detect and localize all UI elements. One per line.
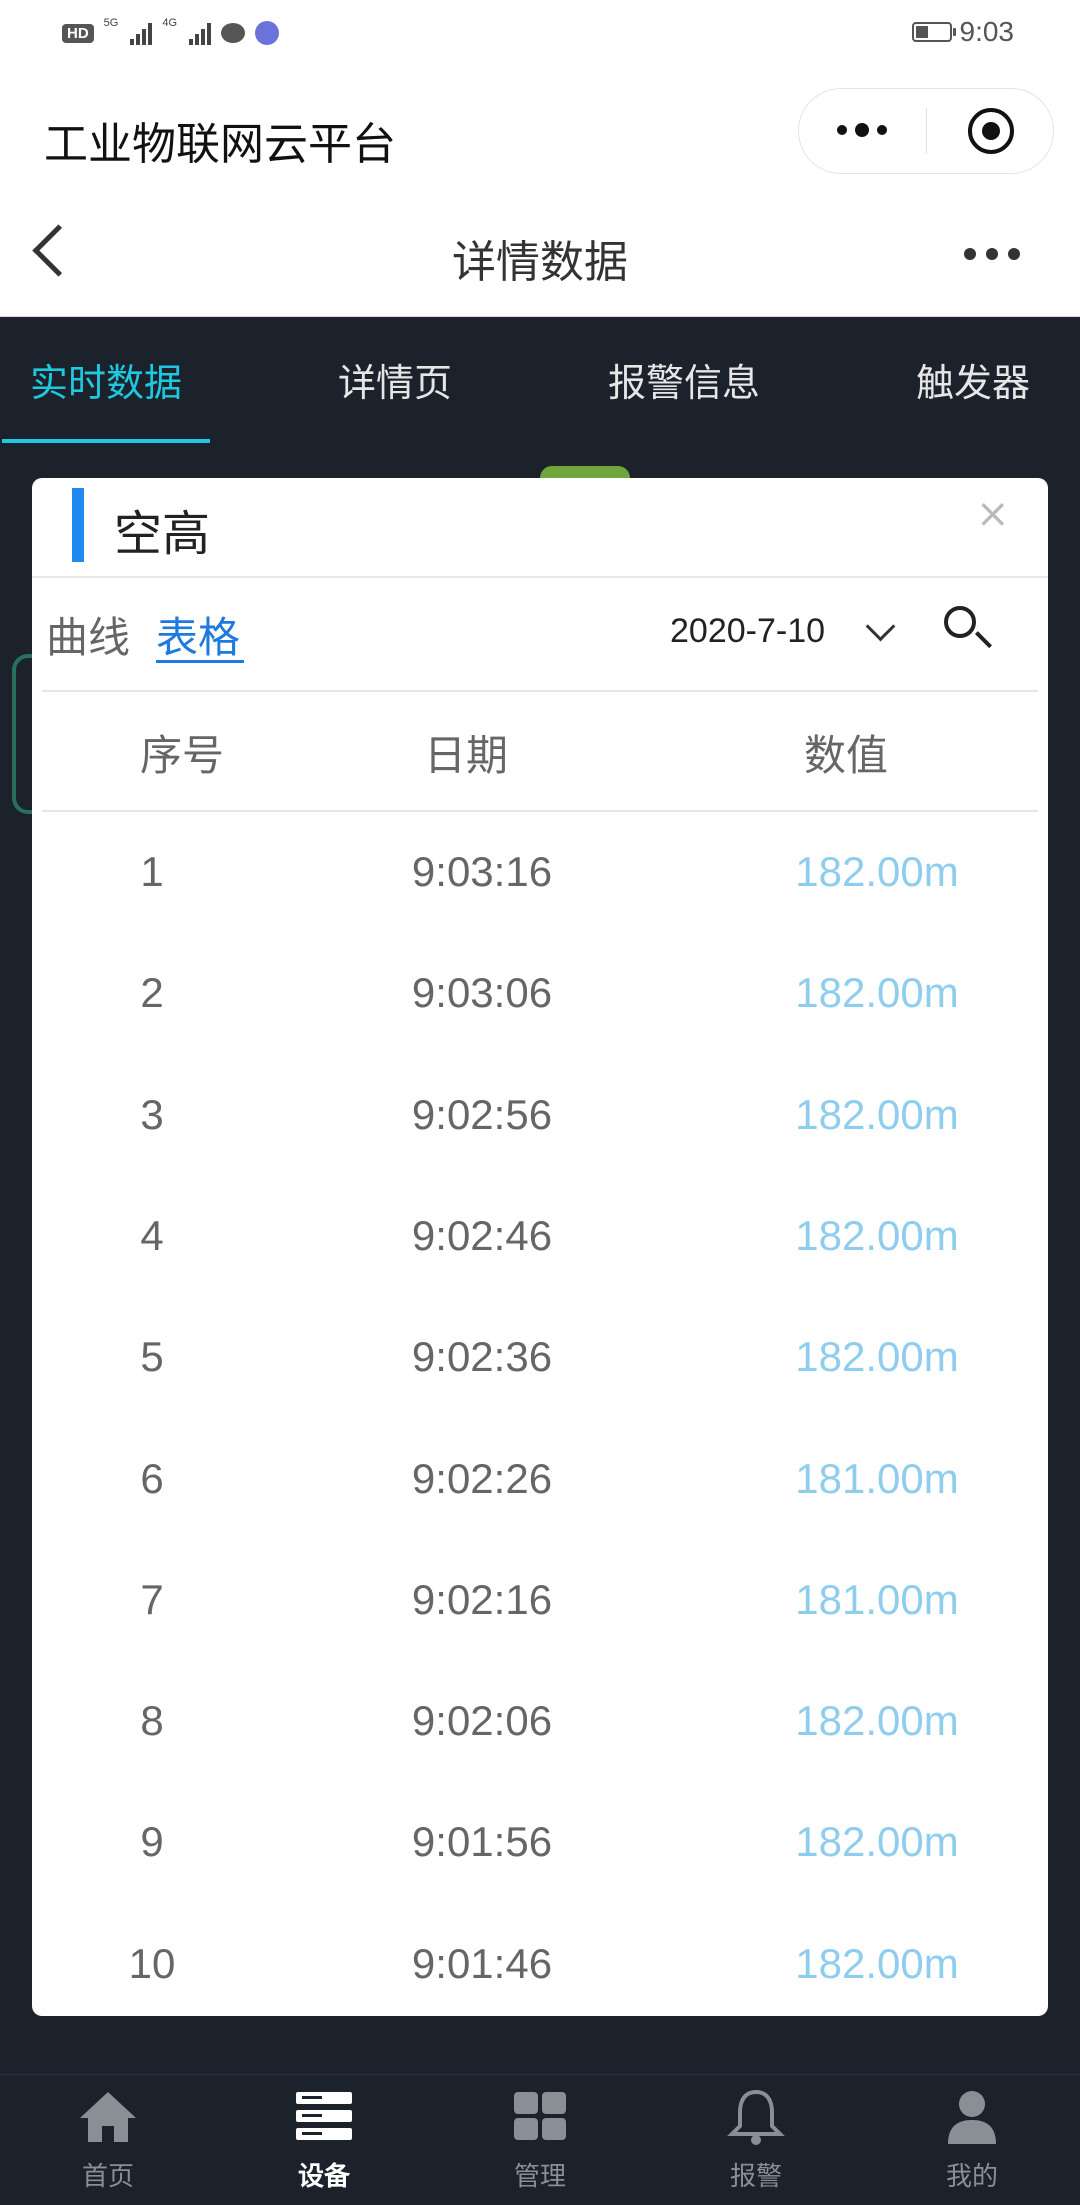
table-row: 9 9:01:56 182.00m	[32, 1790, 1048, 1911]
tab-trigger[interactable]: 触发器	[916, 352, 1030, 407]
bottom-tab-mine[interactable]: 我的	[897, 2084, 1047, 2196]
row-value: 182.00m	[795, 1090, 959, 1138]
row-index: 10	[128, 1939, 176, 1987]
user-icon	[948, 2091, 996, 2144]
close-icon[interactable]: ×	[976, 490, 1010, 538]
search-icon[interactable]	[944, 606, 992, 656]
more-icon[interactable]	[830, 110, 894, 150]
wechat-icon	[221, 23, 246, 43]
row-index: 7	[140, 1575, 164, 1623]
device-icon	[296, 2092, 352, 2140]
column-header-value: 数值	[803, 731, 888, 780]
bottom-tab-label: 设备	[297, 2162, 350, 2192]
mode-curve-button[interactable]: 曲线	[46, 604, 130, 665]
signal-label-2: 4G	[162, 17, 178, 29]
signal-2-icon	[189, 21, 212, 45]
active-tab-indicator	[2, 439, 210, 443]
app-title: 工业物联网云平台	[44, 119, 396, 170]
row-index: 8	[140, 1697, 164, 1745]
table-row: 5 9:02:36 182.00m	[32, 1305, 1048, 1426]
signal-label-1: 5G	[103, 17, 119, 29]
row-time: 9:02:36	[411, 1333, 553, 1381]
bottom-tab-home[interactable]: 首页	[33, 2084, 183, 2196]
row-index: 3	[140, 1090, 164, 1138]
signal-1-icon	[130, 21, 153, 45]
modal-title-accent	[72, 488, 84, 562]
column-header-date: 日期	[423, 731, 508, 780]
bottom-tab-label: 管理	[513, 2162, 566, 2192]
table-row: 3 9:02:56 182.00m	[32, 1063, 1048, 1184]
nav-more-icon[interactable]	[964, 248, 1020, 260]
toolbar-divider	[42, 690, 1038, 692]
row-value: 181.00m	[795, 1454, 959, 1502]
row-index: 6	[140, 1454, 164, 1502]
home-icon	[80, 2092, 136, 2142]
bottom-tab-alarm[interactable]: 报警	[681, 2084, 831, 2196]
bottom-tab-manage[interactable]: 管理	[465, 2084, 615, 2196]
row-value: 182.00m	[795, 848, 959, 895]
row-index: 4	[140, 1211, 164, 1259]
table-row: 7 9:02:16 181.00m	[32, 1548, 1048, 1669]
page-title: 详情数据	[452, 237, 628, 288]
table-row: 1 9:03:16 182.00m	[32, 820, 1048, 941]
row-value: 182.00m	[795, 969, 959, 1017]
modal-title: 空高	[114, 506, 211, 562]
row-value: 182.00m	[795, 1211, 959, 1259]
row-time: 9:03:06	[411, 969, 553, 1017]
row-time: 9:02:16	[411, 1575, 553, 1623]
row-value: 182.00m	[795, 1333, 959, 1381]
hd-badge: HD	[62, 23, 94, 43]
bell-icon	[727, 2089, 785, 2145]
row-time: 9:01:46	[411, 1939, 553, 1987]
column-header-index: 序号	[139, 731, 224, 780]
row-time: 9:02:26	[411, 1454, 553, 1502]
row-value: 182.00m	[795, 1697, 959, 1745]
modal-divider	[32, 576, 1048, 578]
table-row: 2 9:03:06 182.00m	[32, 941, 1048, 1062]
date-picker-value[interactable]: 2020-7-10	[670, 612, 825, 651]
tab-alarm-info[interactable]: 报警信息	[608, 352, 760, 407]
battery-icon	[911, 22, 956, 42]
row-value: 182.00m	[795, 1818, 959, 1866]
row-value: 181.00m	[795, 1575, 959, 1623]
grid-icon	[514, 2092, 566, 2140]
bottom-tab-label: 首页	[81, 2162, 134, 2192]
row-value: 182.00m	[795, 1939, 959, 1987]
bottom-tab-label: 报警	[729, 2162, 782, 2192]
tab-realtime-data[interactable]: 实时数据	[30, 352, 182, 407]
close-miniprogram-icon[interactable]	[968, 108, 1014, 154]
status-time: 9:03	[959, 16, 1015, 47]
row-time: 9:02:06	[411, 1697, 553, 1745]
bottom-tab-label: 我的	[945, 2162, 998, 2192]
row-index: 9	[140, 1818, 164, 1866]
row-index: 5	[140, 1333, 164, 1381]
mode-active-indicator	[156, 660, 244, 663]
table-row: 4 9:02:46 182.00m	[32, 1184, 1048, 1305]
tab-detail-page[interactable]: 详情页	[338, 352, 452, 407]
table-row: 8 9:02:06 182.00m	[32, 1669, 1048, 1790]
table-header-divider	[42, 810, 1038, 812]
row-time: 9:03:16	[411, 848, 553, 895]
table-row: 6 9:02:26 181.00m	[32, 1427, 1048, 1548]
row-index: 2	[140, 969, 164, 1017]
mode-table-button[interactable]: 表格	[156, 604, 240, 665]
row-index: 1	[140, 848, 164, 895]
status-icons-right: 9:03	[911, 16, 1015, 48]
status-icons-left: HD 5G 4G	[62, 17, 280, 48]
table-row: 10 9:01:46 182.00m	[32, 1912, 1048, 2033]
row-time: 9:01:56	[411, 1818, 553, 1866]
bottom-tab-device[interactable]: 设备	[249, 2084, 399, 2196]
row-time: 9:02:46	[411, 1211, 553, 1259]
music-icon	[255, 21, 280, 45]
capsule-divider	[926, 108, 927, 154]
row-time: 9:02:56	[411, 1090, 553, 1138]
